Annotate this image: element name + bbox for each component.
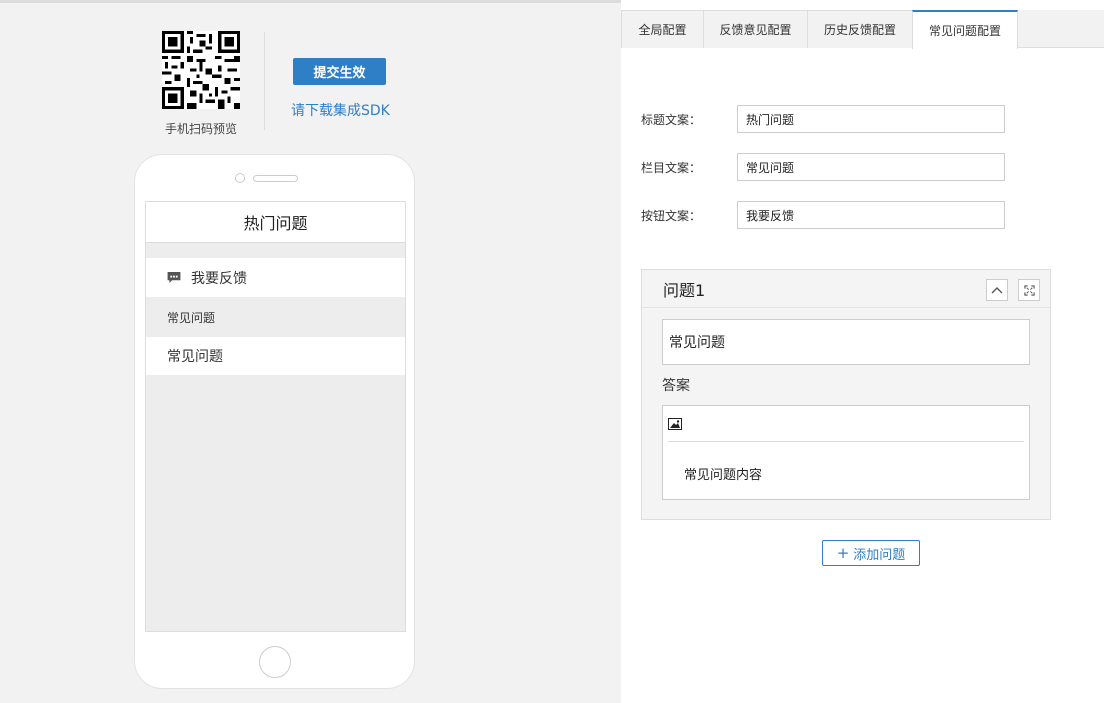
question-card: 问题1 答案 常见问题内容 bbox=[641, 269, 1051, 520]
tab-history-config[interactable]: 历史反馈配置 bbox=[807, 10, 913, 48]
phone-speaker bbox=[253, 175, 298, 182]
expand-icon bbox=[1023, 284, 1035, 296]
config-panel: 全局配置 反馈意见配置 历史反馈配置 常见问题配置 标题文案： 栏目文案： 按钮… bbox=[621, 0, 1104, 703]
phone-camera bbox=[235, 173, 245, 183]
title-row: 标题文案： bbox=[641, 105, 1005, 133]
button-text-label: 按钮文案： bbox=[641, 208, 702, 223]
question-title-input[interactable] bbox=[662, 319, 1030, 365]
answer-label: 答案 bbox=[662, 378, 690, 394]
phone-screen: 热门问题 我要反馈 常见问题 常见问题 bbox=[145, 201, 406, 632]
answer-content[interactable]: 常见问题内容 bbox=[663, 442, 1029, 483]
preview-feedback-row[interactable]: 我要反馈 bbox=[146, 258, 405, 297]
qr-preview: 手机扫码预览 bbox=[158, 31, 244, 137]
column-row: 栏目文案： bbox=[641, 153, 1005, 181]
tab-bar: 全局配置 反馈意见配置 历史反馈配置 常见问题配置 bbox=[621, 10, 1104, 49]
collapse-button[interactable] bbox=[986, 279, 1008, 301]
add-question-label: 添加问题 bbox=[853, 547, 906, 563]
column-label: 栏目文案： bbox=[641, 160, 702, 175]
tab-feedback-config[interactable]: 反馈意见配置 bbox=[703, 10, 808, 48]
qr-code-icon bbox=[162, 31, 240, 109]
column-input[interactable] bbox=[737, 153, 1005, 181]
title-input[interactable] bbox=[737, 105, 1005, 133]
question-header: 问题1 bbox=[642, 270, 1050, 308]
chevron-up-icon bbox=[991, 287, 1003, 294]
preview-header: 热门问题 bbox=[146, 202, 405, 243]
preview-section-title: 常见问题 bbox=[167, 310, 216, 325]
submit-button[interactable]: 提交生效 bbox=[293, 58, 386, 85]
image-icon[interactable] bbox=[668, 417, 682, 430]
sdk-download-link[interactable]: 请下载集成SDK bbox=[291, 100, 390, 120]
add-question-button[interactable]: + 添加问题 bbox=[822, 540, 920, 566]
tab-global-config[interactable]: 全局配置 bbox=[621, 10, 704, 48]
preview-feedback-label: 我要反馈 bbox=[191, 270, 247, 287]
question-heading: 问题1 bbox=[663, 280, 706, 300]
phone-preview: 热门问题 我要反馈 常见问题 常见问题 bbox=[134, 154, 415, 689]
editor-toolbar bbox=[668, 406, 1024, 442]
answer-editor[interactable]: 常见问题内容 bbox=[662, 405, 1030, 500]
qr-caption: 手机扫码预览 bbox=[164, 122, 237, 136]
button-text-row: 按钮文案： bbox=[641, 201, 1005, 229]
button-text-input[interactable] bbox=[737, 201, 1005, 229]
tab-faq-config[interactable]: 常见问题配置 bbox=[912, 10, 1018, 49]
expand-button[interactable] bbox=[1018, 279, 1040, 301]
divider bbox=[264, 32, 265, 130]
phone-home-button bbox=[259, 646, 291, 678]
preview-question-item[interactable]: 常见问题 bbox=[146, 337, 405, 375]
plus-icon: + bbox=[836, 544, 850, 562]
title-label: 标题文案： bbox=[641, 112, 702, 127]
chat-icon bbox=[167, 272, 181, 283]
